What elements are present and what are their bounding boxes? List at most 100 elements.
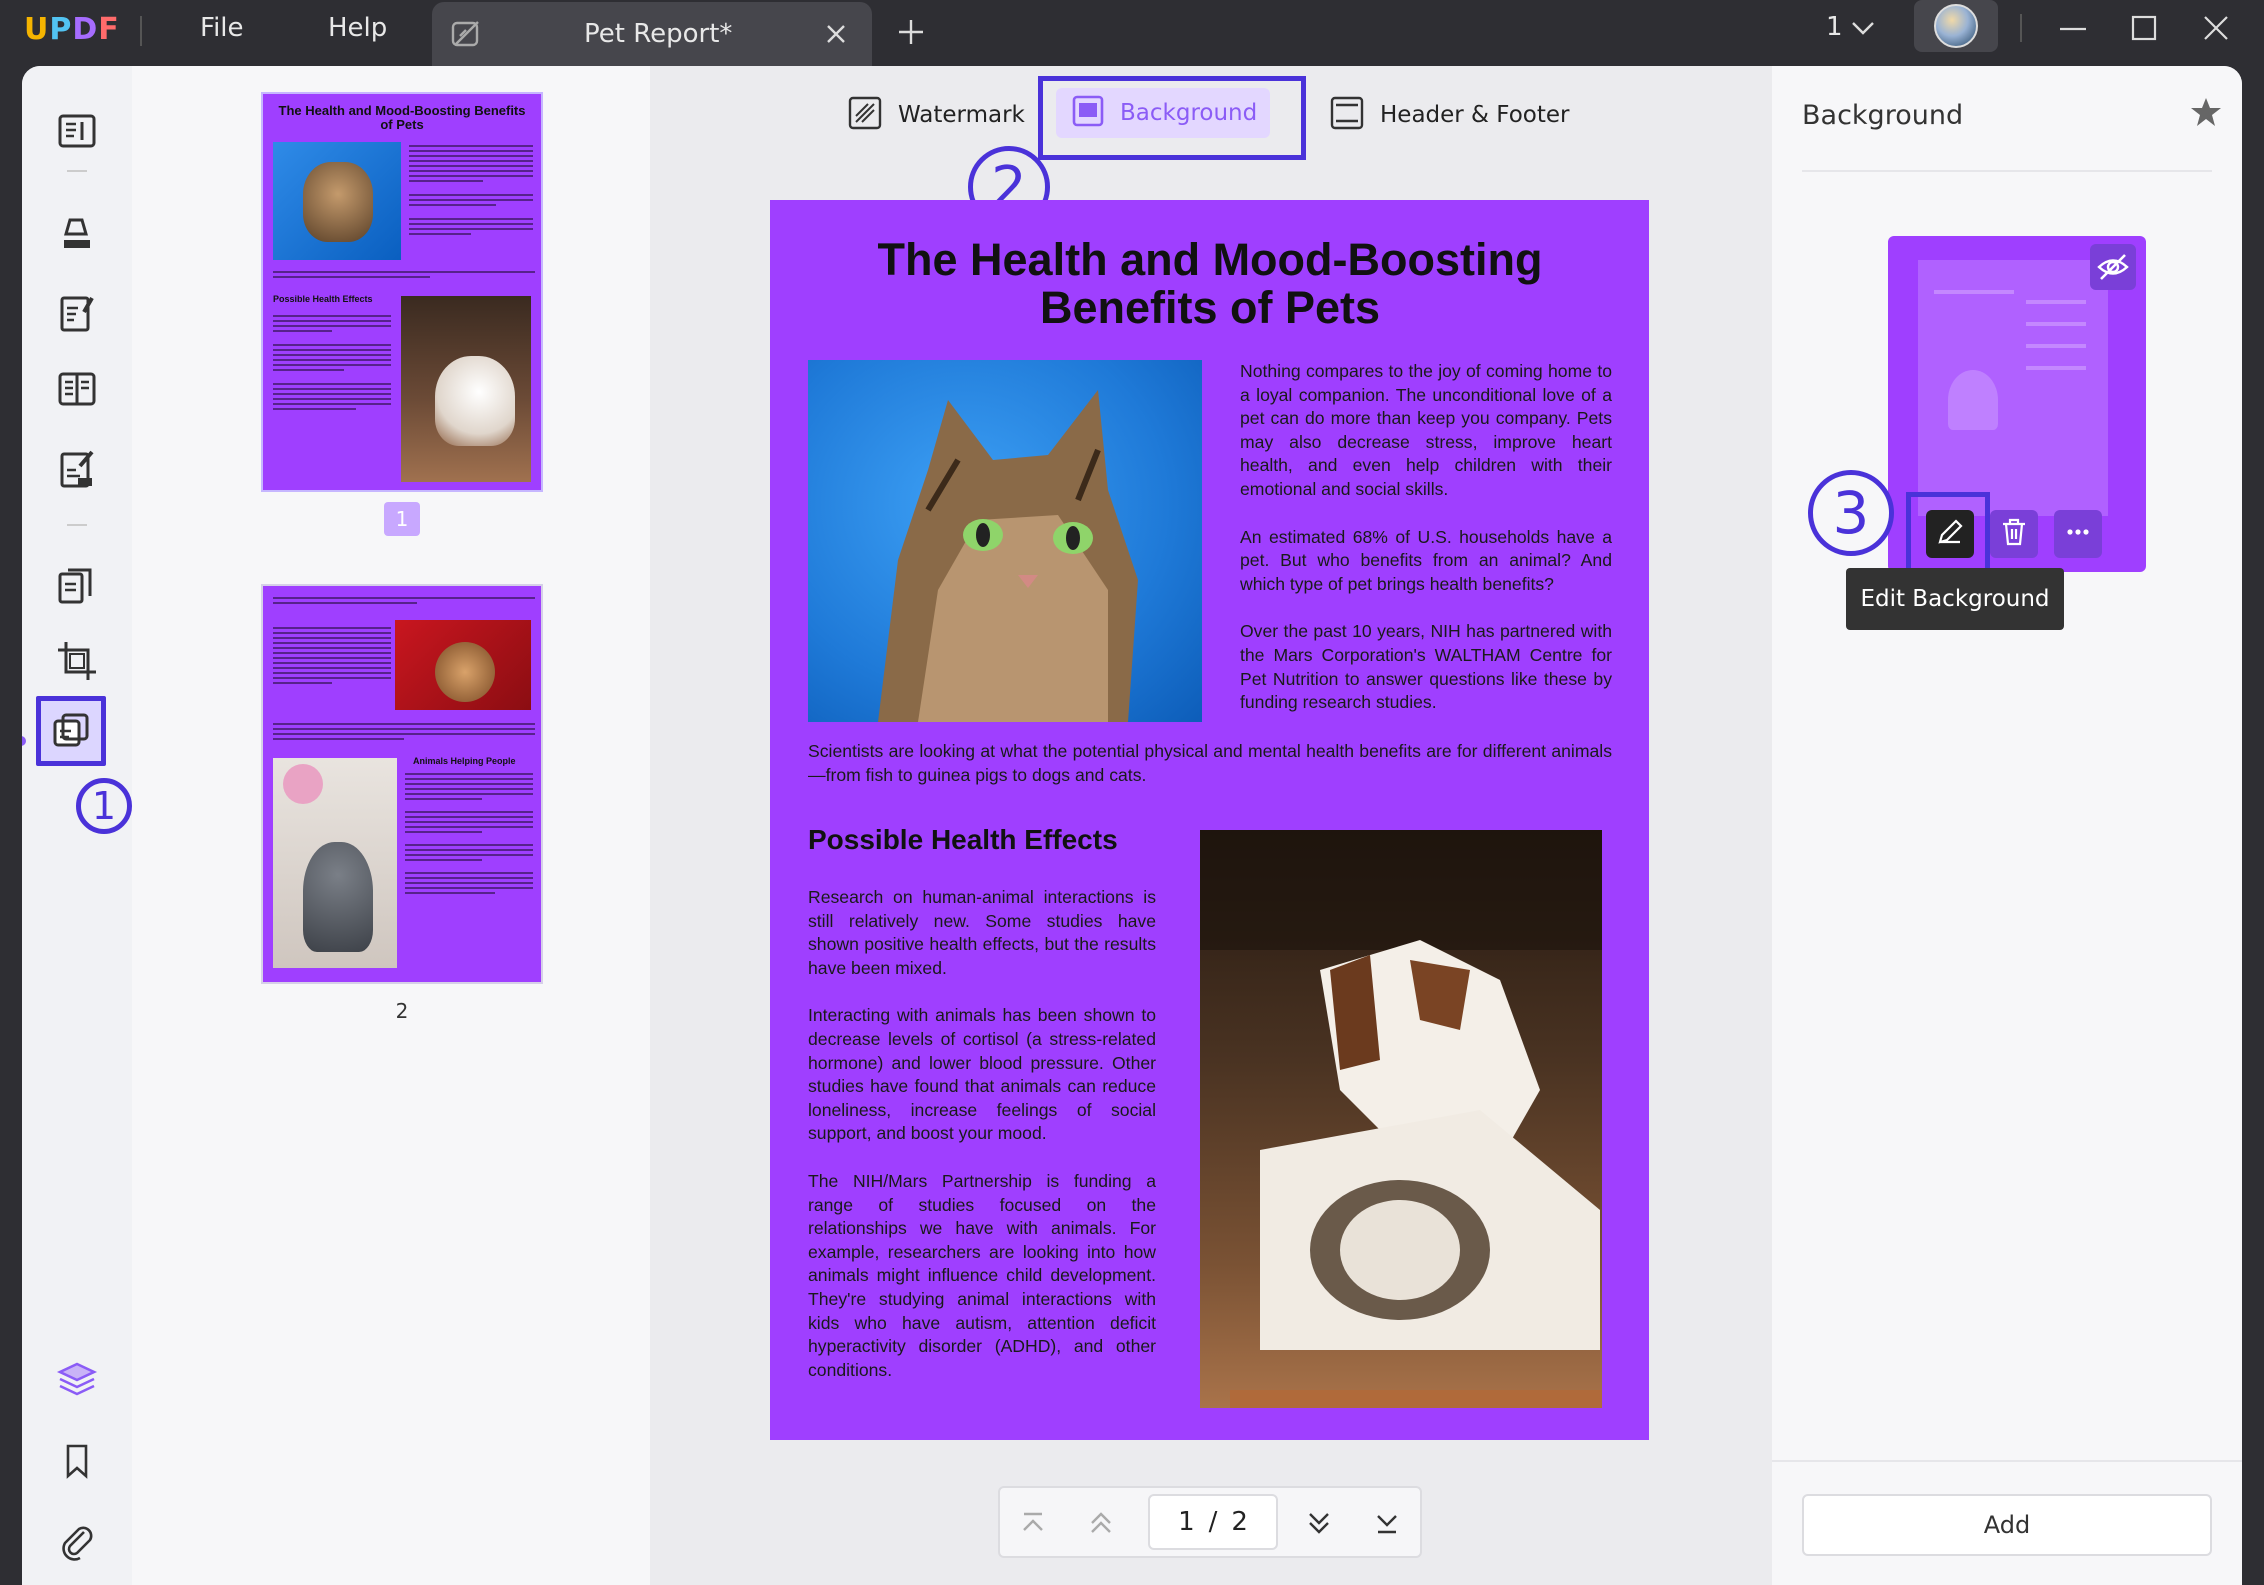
intro-text: Nothing compares to the joy of coming ho… [1240,360,1612,715]
tab-close-icon[interactable] [824,22,848,50]
watermark-icon [848,96,882,134]
document-edit-icon [450,18,482,54]
background-label: Background [1120,100,1258,126]
attachment-icon[interactable] [54,1518,100,1564]
thumb-heading: Possible Health Effects [273,294,373,304]
pdf-page: The Health and Mood-Boosting Benefits of… [770,200,1649,1440]
thumb-text-block [409,142,533,238]
panel-title: Background [1802,100,1964,131]
organize-pages-icon[interactable] [54,564,100,610]
left-toolbar: 1 [22,66,132,1585]
paragraph: Nothing compares to the joy of coming ho… [1240,361,1612,499]
step-3-marker: 3 [1808,470,1894,556]
dog-thumbnail-image [401,296,531,482]
background-template-card[interactable] [1888,236,2146,576]
last-page-icon[interactable] [1374,1510,1400,1540]
thumb-text-block [273,312,391,413]
title-bar: UPDF File Help Pet Report* 1 [0,0,2264,66]
window-count: 1 [1826,12,1843,42]
divider [1772,1460,2242,1462]
section-heading: Possible Health Effects [808,824,1118,855]
background-panel: Background 3 Edit Background Add [1772,66,2242,1585]
updf-logo: UPDF [24,12,120,47]
thumb-text-block [273,624,391,687]
previous-page-icon[interactable] [1088,1510,1114,1540]
thumb-text-block [273,594,535,607]
hide-background-icon[interactable] [2090,244,2136,290]
more-icon [2063,517,2093,551]
background-tab[interactable]: Background [1056,88,1270,138]
delete-background-button[interactable] [1990,510,2038,558]
paragraph: The NIH/Mars Partnership is funding a ra… [808,1170,1156,1380]
page-1-label: 1 [384,502,420,536]
thumb-title: The Health and Mood-Boosting Benefits of… [278,103,526,132]
current-page: 1 [1178,1507,1195,1537]
paragraph: Research on human-animal interactions is… [808,887,1156,978]
avatar-button[interactable] [1914,0,1998,52]
edit-background-button[interactable] [1926,510,1974,558]
page-1-thumbnail[interactable]: The Health and Mood-Boosting Benefits of… [261,92,543,492]
star-icon[interactable] [2190,96,2222,132]
layers-icon[interactable] [54,1356,100,1402]
step-1-marker: 1 [76,778,132,834]
thumb-heading: Animals Helping People [413,756,516,766]
page-separator: / [1208,1507,1218,1537]
paragraph: Over the past 10 years, NIH has partnere… [1240,621,1612,713]
cat-gray-thumbnail-image [273,758,397,968]
tab-title: Pet Report* [584,19,733,49]
divider [67,170,87,172]
background-icon [1072,95,1104,131]
header-footer-tab[interactable]: Header & Footer [1330,96,1569,134]
avatar [1934,4,1978,48]
thumb-text-block [273,268,535,281]
bookmark-icon[interactable] [54,1438,100,1484]
page-layout-icon[interactable] [54,366,100,412]
header-footer-icon [1330,96,1364,134]
pager: 1 / 2 [998,1486,1422,1558]
menu-file[interactable]: File [200,13,244,43]
watermark-tab[interactable]: Watermark [848,96,1025,134]
add-background-button[interactable]: Add [1802,1494,2212,1556]
page-tools-icon [51,711,91,755]
crop-page-icon[interactable] [54,638,100,684]
close-window-icon[interactable] [2202,14,2230,46]
template-preview [1918,260,2108,516]
document-viewer: Watermark Background 2 Header & Footer T… [650,66,1772,1585]
next-page-icon[interactable] [1306,1510,1332,1540]
page-number-input[interactable]: 1 / 2 [1148,1494,1278,1550]
chevron-down-icon[interactable] [1850,18,1876,42]
document-title: The Health and Mood-Boosting Benefits of… [877,234,1543,333]
first-page-icon[interactable] [1020,1510,1046,1540]
dogs-thumbnail-image [395,620,531,710]
fill-sign-icon[interactable] [54,446,100,492]
divider [140,16,142,46]
document-tab[interactable]: Pet Report* [432,2,872,66]
menu-help[interactable]: Help [328,13,387,43]
watermark-label: Watermark [898,102,1025,128]
divider [1802,170,2212,172]
page-2-label: 2 [395,999,409,1023]
paragraph: Scientists are looking at what the poten… [808,741,1612,785]
thumb-text-block [273,720,535,743]
reader-mode-icon[interactable] [54,108,100,154]
cat-image [808,360,1202,722]
highlight-tool-icon[interactable] [54,210,100,256]
dog-cat-image [1200,830,1602,1408]
active-indicator [22,736,26,746]
page-2-thumbnail[interactable]: Animals Helping People [261,584,543,984]
new-tab-icon[interactable] [897,18,925,50]
minimize-icon[interactable] [2058,14,2088,48]
maximize-icon[interactable] [2130,14,2158,46]
app-body: 1 The Health and Mood-Boosting Benefits … [22,66,2242,1585]
paragraph: An estimated 68% of U.S. households have… [1240,526,1612,594]
edit-pdf-icon[interactable] [54,290,100,336]
edit-background-tooltip: Edit Background [1846,568,2064,630]
more-options-button[interactable] [2054,510,2102,558]
thumb-text-block [405,770,533,897]
paragraph: Interacting with animals has been shown … [808,1005,1156,1144]
trash-icon [1999,517,2029,551]
pencil-icon [1935,517,1965,551]
header-footer-label: Header & Footer [1380,102,1570,128]
page-tools-button[interactable] [36,696,106,766]
divider [2020,14,2022,42]
